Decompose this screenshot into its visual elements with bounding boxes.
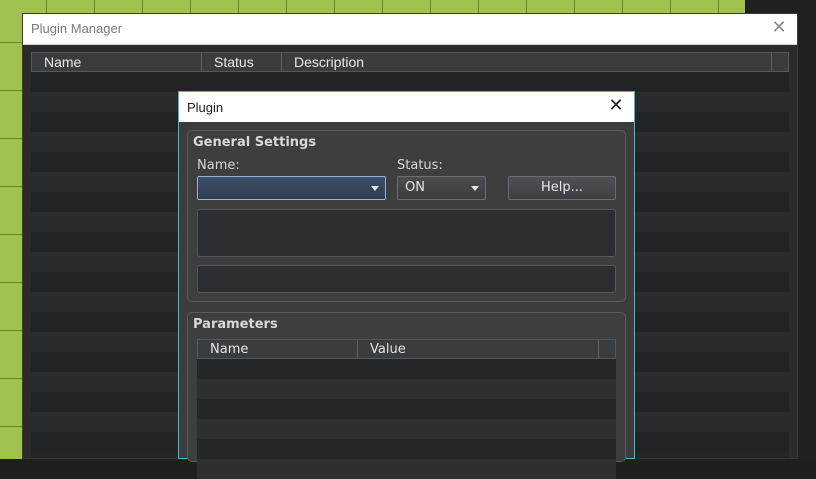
column-header-description[interactable]: Description xyxy=(282,53,772,71)
parameters-list-rows xyxy=(197,359,616,479)
column-header-status[interactable]: Status xyxy=(202,53,282,71)
plugin-dialog-title: Plugin xyxy=(187,100,224,115)
status-label: Status: xyxy=(397,158,443,173)
status-dropdown[interactable]: ON xyxy=(397,176,486,200)
parameters-list[interactable]: Name Value xyxy=(197,339,616,479)
plugin-manager-title: Plugin Manager xyxy=(31,21,123,36)
list-row[interactable] xyxy=(31,72,789,92)
general-settings-title: General Settings xyxy=(193,135,317,150)
name-dropdown[interactable] xyxy=(197,176,386,200)
chevron-down-icon xyxy=(471,186,479,191)
plugin-dialog: Plugin ✕ General Settings Name: Status: … xyxy=(178,91,635,479)
plugin-dialog-titlebar: Plugin ✕ xyxy=(179,92,634,122)
general-settings-group: General Settings Name: Status: ON Help..… xyxy=(187,130,626,302)
column-header-filler xyxy=(599,340,615,358)
plugin-list-header: Name Status Description xyxy=(31,52,789,72)
description-textbox[interactable] xyxy=(197,209,616,257)
parameters-title: Parameters xyxy=(193,317,278,332)
column-header-value[interactable]: Value xyxy=(358,340,599,358)
list-row[interactable] xyxy=(197,379,616,399)
help-button[interactable]: Help... xyxy=(508,176,616,200)
column-header-filler xyxy=(772,53,788,71)
chevron-down-icon xyxy=(371,186,379,191)
column-header-name[interactable]: Name xyxy=(32,53,202,71)
column-header-name[interactable]: Name xyxy=(198,340,358,358)
list-row[interactable] xyxy=(197,359,616,379)
list-row[interactable] xyxy=(197,419,616,439)
parameters-group: Parameters Name Value xyxy=(187,312,626,479)
list-row[interactable] xyxy=(197,399,616,419)
close-icon[interactable]: ✕ xyxy=(769,18,789,38)
list-row[interactable] xyxy=(197,459,616,479)
plugin-manager-titlebar: Plugin Manager ✕ xyxy=(23,14,797,45)
parameters-list-header: Name Value xyxy=(197,339,616,359)
list-row[interactable] xyxy=(197,439,616,459)
close-icon[interactable]: ✕ xyxy=(606,96,626,116)
status-dropdown-value: ON xyxy=(405,180,425,195)
name-label: Name: xyxy=(197,158,240,173)
author-textbox[interactable] xyxy=(197,265,616,293)
